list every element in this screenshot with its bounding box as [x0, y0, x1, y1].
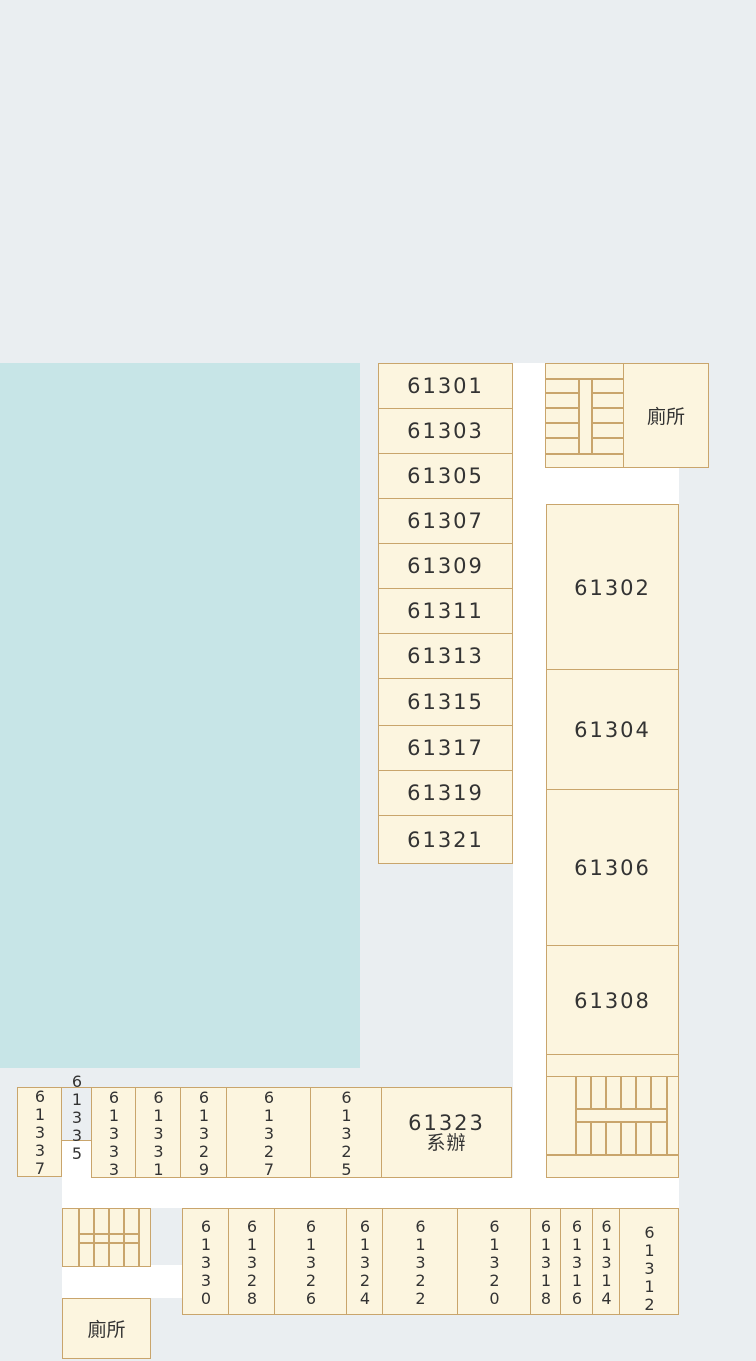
- room-61303[interactable]: 61303: [378, 408, 513, 454]
- room-61301[interactable]: 61301: [378, 363, 513, 409]
- restroom-southwest[interactable]: 廁所: [62, 1298, 151, 1359]
- corridor-north: [513, 467, 679, 504]
- courtyard: [0, 363, 360, 1068]
- room-61323-department-office[interactable]: 61323 系辦: [381, 1087, 512, 1178]
- room-61324[interactable]: 61324: [346, 1208, 383, 1315]
- stairwell-southwest: [62, 1208, 151, 1267]
- room-61333[interactable]: 61333: [91, 1087, 136, 1178]
- room-61305[interactable]: 61305: [378, 453, 513, 499]
- corridor-east-bottom: [513, 1178, 679, 1208]
- room-61330[interactable]: 61330: [182, 1208, 229, 1315]
- room-61307[interactable]: 61307: [378, 498, 513, 544]
- room-61317[interactable]: 61317: [378, 725, 513, 771]
- room-61321[interactable]: 61321: [378, 815, 513, 864]
- room-61337[interactable]: 61337: [17, 1087, 62, 1177]
- room-61329[interactable]: 61329: [180, 1087, 227, 1178]
- room-61320[interactable]: 61320: [457, 1208, 531, 1315]
- room-61312[interactable]: 61312: [619, 1208, 679, 1315]
- room-61327[interactable]: 61327: [226, 1087, 311, 1178]
- room-61325[interactable]: 61325: [310, 1087, 382, 1178]
- stairwell-southeast: [546, 1076, 679, 1178]
- room-61316[interactable]: 61316: [560, 1208, 593, 1315]
- room-61308[interactable]: 61308: [546, 945, 679, 1056]
- room-61318[interactable]: 61318: [530, 1208, 561, 1315]
- room-61311[interactable]: 61311: [378, 588, 513, 634]
- room-61302[interactable]: 61302: [546, 504, 679, 671]
- room-61306[interactable]: 61306: [546, 789, 679, 947]
- room-61309[interactable]: 61309: [378, 543, 513, 589]
- corridor-southwest-2: [62, 1265, 182, 1298]
- room-61322[interactable]: 61322: [382, 1208, 458, 1315]
- utility-strip-east: [546, 1054, 679, 1078]
- room-61335[interactable]: 61335: [61, 1072, 92, 1162]
- stairwell-northeast: [545, 363, 625, 468]
- room-61328[interactable]: 61328: [228, 1208, 275, 1315]
- room-61326[interactable]: 61326: [274, 1208, 347, 1315]
- room-61304[interactable]: 61304: [546, 669, 679, 791]
- room-61315[interactable]: 61315: [378, 678, 513, 726]
- restroom-northeast[interactable]: 廁所: [623, 363, 709, 468]
- room-61313[interactable]: 61313: [378, 633, 513, 679]
- room-61314[interactable]: 61314: [592, 1208, 620, 1315]
- room-61319[interactable]: 61319: [378, 770, 513, 816]
- room-61331[interactable]: 61331: [135, 1087, 181, 1178]
